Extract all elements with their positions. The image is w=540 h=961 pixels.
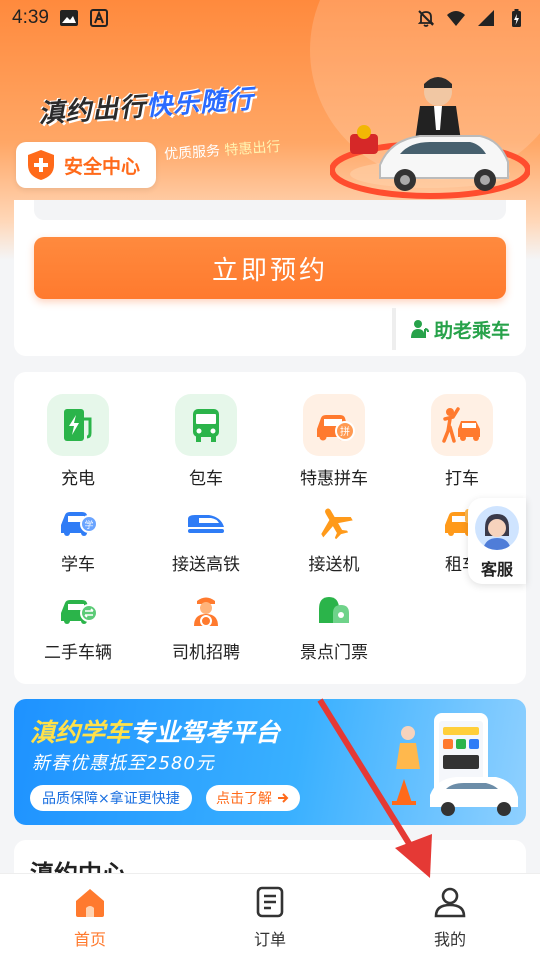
service-driving-school[interactable]: 学 学车 <box>14 502 142 575</box>
hero-title-part2: 快乐随行 <box>145 84 255 122</box>
status-time: 4:39 <box>12 7 49 28</box>
promo-illustration <box>392 713 518 816</box>
promo-title: 滇约学车专业驾考平台 <box>30 713 280 749</box>
service-train-transfer[interactable]: 接送高铁 <box>142 502 270 575</box>
service-label: 二手车辆 <box>44 643 112 663</box>
service-used-cars[interactable]: 二手车辆 <box>14 590 142 663</box>
promo-title-part2: 专业驾考平台 <box>130 718 281 747</box>
svg-text:学: 学 <box>84 519 93 531</box>
used-car-icon <box>61 600 98 624</box>
status-bar: 4:39 <box>0 0 540 36</box>
carpool-icon: 拼 <box>317 415 355 441</box>
hero-sub-prefix: 优质服务 <box>163 143 221 164</box>
hero-subtitle: 优质服务 特惠出行 <box>163 136 281 164</box>
home-icon <box>76 889 104 917</box>
driver-car-illustration <box>330 77 530 199</box>
driving-school-icon: 学 <box>61 512 98 536</box>
shield-plus-icon <box>28 150 54 180</box>
charging-station-icon <box>64 409 92 441</box>
profile-icon <box>434 887 466 918</box>
services-grid: 充电 包车 拼 特惠拼车 打车 学 学车 接送高铁 接送机 租车 二手车辆 司机… <box>14 372 526 684</box>
reserve-now-button[interactable]: 立即预约 <box>34 237 506 299</box>
service-label: 接送高铁 <box>172 555 240 575</box>
font-a-icon <box>89 9 108 27</box>
service-charter-bus[interactable]: 包车 <box>142 394 270 489</box>
promo-cta-label: 点击了解 <box>216 791 272 807</box>
nav-label: 首页 <box>73 930 106 949</box>
safety-center-label: 安全中心 <box>64 155 141 178</box>
svg-text:拼: 拼 <box>340 425 350 438</box>
service-driver-recruit[interactable]: 司机招聘 <box>142 590 270 663</box>
service-label: 充电 <box>61 469 95 489</box>
customer-service-label: 客服 <box>480 560 513 579</box>
service-label: 学车 <box>61 555 95 575</box>
scenic-ticket-icon <box>319 597 349 623</box>
wifi-icon <box>447 11 465 26</box>
promo-title-part1: 滇约学车 <box>30 718 131 747</box>
elderly-person-icon <box>410 320 429 338</box>
service-carpool[interactable]: 拼 特惠拼车 <box>270 394 398 489</box>
hero-title-part1: 滇约出行 <box>37 92 148 130</box>
promo-learn-more-button[interactable]: 点击了解 <box>206 785 300 811</box>
destination-input[interactable] <box>34 200 506 220</box>
hero-sub-highlight: 特惠出行 <box>223 138 281 159</box>
customer-service-button[interactable]: 客服 <box>468 498 526 584</box>
promo-subtitle: 新春优惠抵至2580元 <box>32 753 215 774</box>
promo-guarantee-pill: 品质保障×拿证更快捷 <box>30 785 192 811</box>
service-airport-transfer[interactable]: 接送机 <box>270 502 398 575</box>
bottom-navigation: 首页 订单 我的 <box>0 873 540 961</box>
booking-card: 立即预约 助老乘车 <box>14 200 526 356</box>
nav-profile[interactable]: 我的 <box>360 874 540 961</box>
service-label: 接送机 <box>308 555 360 575</box>
notifications-off-icon <box>417 10 435 27</box>
safety-center-button[interactable]: 安全中心 <box>16 142 156 188</box>
bus-icon <box>193 409 219 442</box>
hero-title: 滇约出行快乐随行 <box>37 79 255 131</box>
high-speed-train-icon <box>188 515 224 533</box>
signal-icon <box>478 10 494 26</box>
service-label: 特惠拼车 <box>300 469 368 489</box>
nav-home[interactable]: 首页 <box>0 874 180 961</box>
service-charging[interactable]: 充电 <box>14 394 142 489</box>
elderly-ride-label: 助老乘车 <box>433 319 510 342</box>
driver-recruit-icon <box>194 597 218 627</box>
service-label: 包车 <box>189 469 223 489</box>
battery-charging-icon <box>512 9 521 27</box>
gallery-icon <box>59 10 78 26</box>
elderly-ride-button[interactable]: 助老乘车 <box>391 308 510 350</box>
service-scenic-tickets[interactable]: 景点门票 <box>270 590 398 663</box>
service-label: 打车 <box>445 469 479 489</box>
nav-label: 订单 <box>253 930 286 949</box>
service-label: 司机招聘 <box>172 643 240 663</box>
service-label: 景点门票 <box>300 643 368 663</box>
driving-school-promo-banner[interactable]: 滇约学车专业驾考平台 新春优惠抵至2580元 品质保障×拿证更快捷 点击了解 <box>14 699 526 825</box>
arrow-right-icon <box>278 793 289 803</box>
nav-label: 我的 <box>433 930 466 949</box>
airplane-icon <box>321 508 353 539</box>
service-taxi[interactable]: 打车 <box>398 394 526 489</box>
order-list-icon <box>256 886 284 918</box>
hail-taxi-icon <box>442 407 480 443</box>
nav-orders[interactable]: 订单 <box>180 874 360 961</box>
customer-service-avatar <box>475 506 519 550</box>
